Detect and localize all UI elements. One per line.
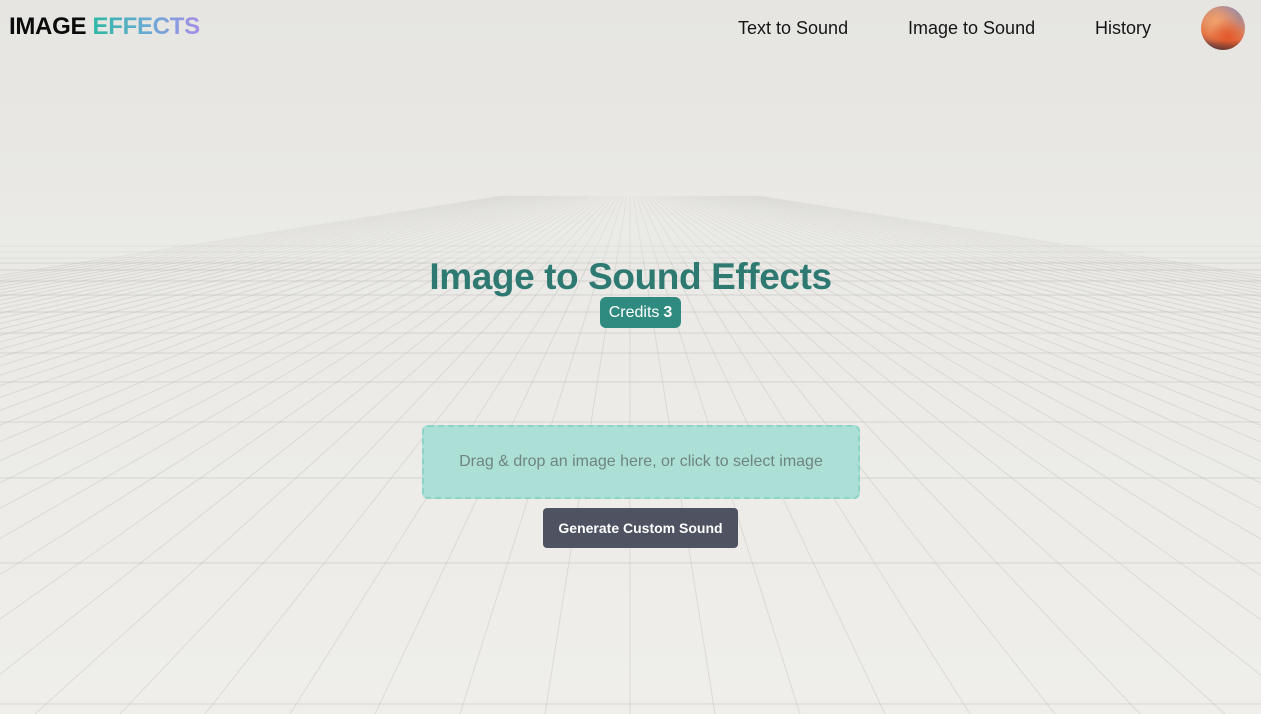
nav-link-text-to-sound[interactable]: Text to Sound: [738, 17, 848, 39]
credits-label: Credits: [608, 304, 660, 321]
app-logo[interactable]: IMAGE EFFECTS: [9, 13, 200, 41]
nav-link-image-to-sound[interactable]: Image to Sound: [908, 17, 1035, 39]
dropzone-instructions: Drag & drop an image here, or click to s…: [459, 453, 823, 470]
logo-text-image: IMAGE: [9, 13, 87, 40]
credits-count: 3: [663, 304, 673, 321]
logo-text-effects: EFFECTS: [92, 13, 201, 40]
generate-custom-sound-button[interactable]: Generate Custom Sound: [543, 508, 738, 548]
user-avatar-icon[interactable]: [1201, 6, 1245, 50]
page-title: Image to Sound Effects: [429, 255, 832, 297]
credits-badge: Credits 3: [600, 297, 681, 328]
background-perspective-grid: [0, 190, 1261, 714]
nav-link-history[interactable]: History: [1095, 17, 1151, 39]
image-dropzone[interactable]: Drag & drop an image here, or click to s…: [422, 425, 860, 499]
top-navbar: IMAGE EFFECTS Text to Sound Image to Sou…: [0, 0, 1261, 56]
